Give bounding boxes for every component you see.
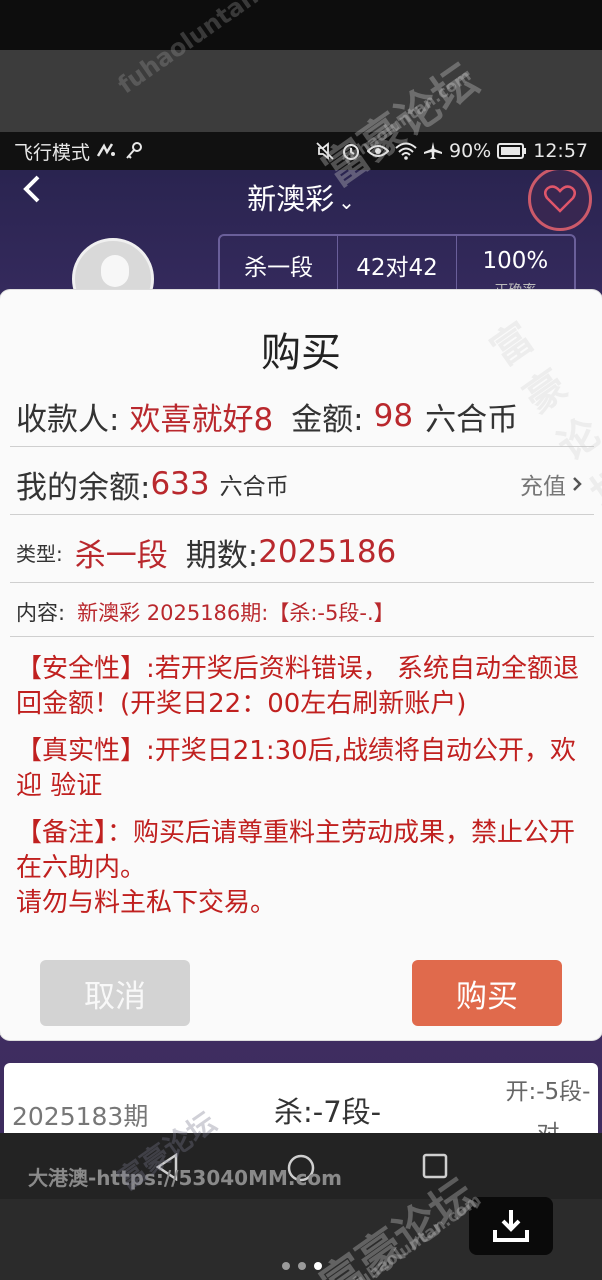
amount-label: 金额: — [291, 401, 364, 438]
airplane-mode-label: 飞行模式 — [14, 141, 91, 164]
notes-block: 【安全性】:若开奖后资料错误， 系统自动全额退回金额！(开奖日22：00左右刷新… — [16, 652, 590, 933]
heart-icon — [544, 185, 576, 213]
download-icon — [493, 1210, 529, 1242]
divider — [10, 446, 594, 447]
chevron-right-icon — [573, 477, 582, 491]
history-period: 2025183期 — [12, 1102, 149, 1131]
stat-record-value: 42对42 — [356, 255, 438, 281]
site-watermark: 大港澳-https://53040MM.com — [28, 1166, 342, 1190]
app-header: 新澳彩 ⌄ — [0, 170, 602, 231]
divider — [10, 514, 594, 515]
type-period-row: 类型: 杀一段 期数: 2025186 — [16, 528, 596, 576]
app-title-text: 新澳彩 — [247, 182, 335, 216]
payee-label: 收款人: — [16, 401, 120, 438]
battery-icon — [497, 143, 527, 159]
buy-button[interactable]: 购买 — [412, 960, 562, 1026]
note-safety: 【安全性】:若开奖后资料错误， 系统自动全额退回金额！(开奖日22：00左右刷新… — [16, 654, 580, 719]
amount-value: 98 — [373, 398, 414, 434]
divider — [10, 636, 594, 637]
recharge-label: 充值 — [520, 474, 566, 500]
content-row: 内容: 新澳彩 2025186期:【杀:-5段-.】 — [16, 592, 596, 632]
history-result: 开:-5段- -对- — [505, 1079, 591, 1133]
note-private: 请勿与料主私下交易。 — [16, 888, 277, 918]
history-card[interactable]: 2025183期 杀:-7段- 开:-5段- -对- — [4, 1063, 598, 1133]
app-title[interactable]: 新澳彩 ⌄ — [0, 176, 602, 218]
type-label: 类型: — [16, 541, 63, 566]
page-dot — [298, 1262, 306, 1270]
page-dot — [282, 1262, 290, 1270]
signal-icon — [96, 143, 116, 157]
battery-percent: 90% — [449, 140, 492, 162]
recharge-link[interactable]: 充值 — [520, 467, 582, 501]
top-grey-band — [0, 50, 602, 132]
period-label: 期数: — [185, 537, 259, 574]
content-value: 新澳彩 2025186期:【杀:-5段-.】 — [77, 601, 395, 625]
key-icon — [126, 142, 143, 159]
stat-type-value: 杀一段 — [244, 255, 314, 281]
airplane-icon — [424, 142, 442, 159]
type-value: 杀一段 — [74, 537, 168, 574]
balance-row: 我的余额: 633 六合币 充值 — [16, 460, 596, 508]
purchase-dialog: 购买 收款人: 欢喜就好8 金额: 98 六合币 我的余额: 633 六合币 充… — [0, 290, 602, 1040]
note-authenticity: 【真实性】:开奖日21:30后,战绩将自动公开，欢迎 验证 — [16, 736, 576, 801]
history-content: 杀:-7段- — [274, 1095, 382, 1129]
content-label: 内容: — [16, 601, 66, 625]
payee-name: 欢喜就好8 — [129, 401, 274, 438]
status-bar: 飞行模式 90% 12:57 — [0, 132, 602, 170]
balance-unit: 六合币 — [219, 474, 289, 500]
payee-row: 收款人: 欢喜就好8 金额: 98 六合币 — [16, 390, 596, 442]
note-remark: 【备注】：购买后请尊重料主劳动成果，禁止公开在六助内。 — [16, 818, 576, 883]
balance-value: 633 — [150, 466, 210, 502]
balance-label: 我的余额: — [16, 469, 151, 506]
clock: 12:57 — [533, 140, 588, 162]
cancel-button[interactable]: 取消 — [40, 960, 190, 1026]
period-value: 2025186 — [258, 534, 397, 570]
divider — [10, 582, 594, 583]
favorite-button[interactable] — [528, 170, 592, 231]
top-black-band — [0, 0, 602, 50]
amount-unit: 六合币 — [425, 401, 519, 438]
stat-accuracy-value: 100% — [482, 248, 549, 274]
